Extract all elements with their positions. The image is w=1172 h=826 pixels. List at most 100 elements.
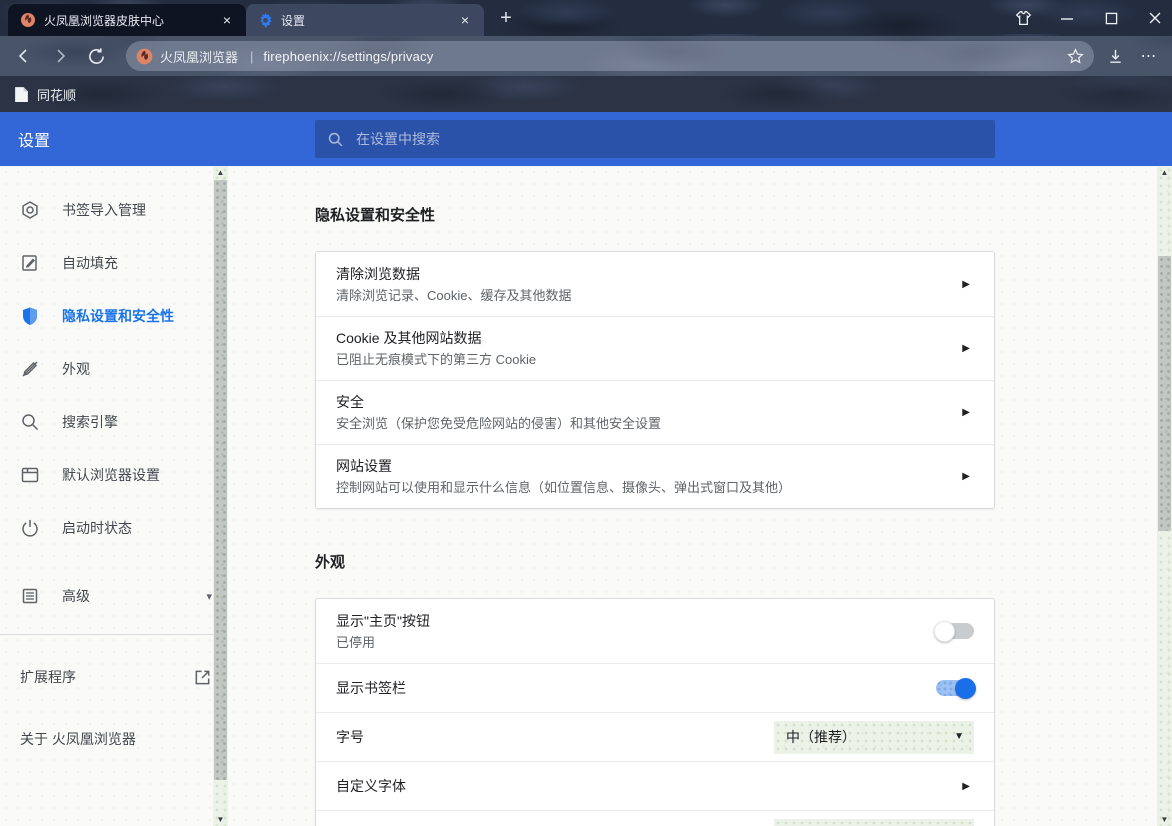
address-bar[interactable]: 火凤凰浏览器 | firephoenix://settings/privacy [126,41,1094,71]
row-font-size[interactable]: 字号 中（推荐） ▼ [316,712,994,761]
bookmark-star-icon[interactable] [1062,43,1088,69]
sidebar-item-advanced[interactable]: 高级 ▾ [0,576,228,616]
power-icon [20,518,40,538]
settings-sidebar: 书签导入管理 自动填充 隐私设置和安全性 外观 搜索引擎 [0,166,228,826]
sidebar-scrollbar[interactable]: ▲ ▼ [213,166,228,826]
privacy-shield-icon [20,306,40,326]
row-title: 安全 [336,392,962,412]
default-browser-icon [20,465,40,485]
settings-title: 设置 [18,127,50,151]
downloads-icon[interactable] [1102,43,1128,69]
maximize-button[interactable] [1102,9,1120,27]
scroll-up-icon[interactable]: ▲ [1157,166,1172,179]
row-title: Cookie 及其他网站数据 [336,328,962,348]
row-title: 显示"主页"按钮 [336,611,936,631]
select-value: 中（推荐） [786,727,954,747]
titlebar: 火凤凰浏览器皮肤中心 × 设置 × + [0,0,1172,36]
sidebar-item-about[interactable]: 关于 火凤凰浏览器 [0,719,228,759]
advanced-icon [20,586,40,606]
phoenix-favicon [20,12,36,28]
row-clear-browsing-data[interactable]: 清除浏览数据 清除浏览记录、Cookie、缓存及其他数据 ▶ [316,252,994,316]
font-size-select[interactable]: 中（推荐） ▼ [774,721,974,754]
bookmarks-bar: 同花顺 [0,76,1172,112]
close-window-button[interactable] [1146,9,1164,27]
chevron-right-icon: ▶ [962,471,970,482]
search-placeholder: 在设置中搜索 [356,129,440,149]
home-button-toggle[interactable] [936,623,974,639]
bookmarks-bar-toggle[interactable] [936,680,974,696]
chevron-right-icon: ▶ [962,781,970,792]
brand-badge: 火凤凰浏览器 [136,47,238,66]
row-show-home-button[interactable]: 显示"主页"按钮 已停用 [316,599,994,663]
row-customize-fonts[interactable]: 自定义字体 ▶ [316,761,994,810]
row-title: 自定义字体 [336,776,962,796]
row-page-zoom[interactable]: 网页缩放 100% ▼ [316,810,994,826]
tab-close-icon[interactable]: × [218,11,236,29]
scroll-down-icon[interactable]: ▼ [213,813,228,826]
external-link-icon [192,667,212,687]
url-text[interactable]: firephoenix://settings/privacy [263,49,1062,64]
bookmark-import-icon [20,200,40,220]
row-title: 网站设置 [336,456,962,476]
search-icon [327,131,344,148]
page-zoom-select[interactable]: 100% ▼ [774,819,974,826]
sidebar-item-default-browser[interactable]: 默认浏览器设置 [0,455,228,495]
scroll-up-icon[interactable]: ▲ [213,166,228,179]
sidebar-item-label: 隐私设置和安全性 [62,306,212,326]
sidebar-item-search-engine[interactable]: 搜索引擎 [0,402,228,442]
settings-search-box[interactable]: 在设置中搜索 [315,120,995,158]
sidebar-item-startup[interactable]: 启动时状态 [0,508,228,548]
chevron-right-icon: ▶ [962,407,970,418]
sidebar-item-label: 外观 [62,359,212,379]
bookmark-item[interactable]: 同花顺 [37,85,76,104]
page-scrollbar[interactable]: ▲ ▼ [1157,166,1172,826]
row-subtitle: 控制网站可以使用和显示什么信息（如位置信息、摄像头、弹出式窗口及其他） [336,478,962,497]
row-security[interactable]: 安全 安全浏览（保护您免受危险网站的侵害）和其他安全设置 ▶ [316,380,994,444]
row-title: 清除浏览数据 [336,264,962,284]
sidebar-item-label: 搜索引擎 [62,412,212,432]
sidebar-item-label: 扩展程序 [0,667,170,687]
row-subtitle: 已停用 [336,633,936,652]
row-subtitle: 已阻止无痕模式下的第三方 Cookie [336,350,962,369]
row-cookies[interactable]: Cookie 及其他网站数据 已阻止无痕模式下的第三方 Cookie ▶ [316,316,994,380]
skin-button[interactable] [1014,9,1032,27]
row-title: 字号 [336,727,774,747]
tab-settings[interactable]: 设置 × [246,4,484,36]
scrollbar-thumb[interactable] [214,180,227,780]
section-title-appearance: 外观 [315,551,1172,572]
back-button[interactable] [10,42,38,70]
appearance-card: 显示"主页"按钮 已停用 显示书签栏 字号 中（推荐） ▼ [315,598,995,826]
toggle-knob [934,621,955,642]
sidebar-item-bookmark-import[interactable]: 书签导入管理 [0,190,228,230]
sidebar-item-label: 默认浏览器设置 [62,465,212,485]
chevron-right-icon: ▶ [962,343,970,354]
sidebar-item-label: 关于 火凤凰浏览器 [0,729,212,749]
autofill-icon [20,253,40,273]
sidebar-item-appearance[interactable]: 外观 [0,349,228,389]
privacy-card: 清除浏览数据 清除浏览记录、Cookie、缓存及其他数据 ▶ Cookie 及其… [315,251,995,509]
minimize-button[interactable] [1058,9,1076,27]
tab-title: 火凤凰浏览器皮肤中心 [44,12,218,29]
row-site-settings[interactable]: 网站设置 控制网站可以使用和显示什么信息（如位置信息、摄像头、弹出式窗口及其他）… [316,444,994,508]
sidebar-item-label: 书签导入管理 [62,200,212,220]
new-tab-button[interactable]: + [494,7,518,30]
section-title-privacy: 隐私设置和安全性 [315,204,1172,225]
chevron-down-icon: ▾ [206,590,212,603]
tab-close-icon[interactable]: × [456,11,474,29]
tab-skin-center[interactable]: 火凤凰浏览器皮肤中心 × [8,4,246,36]
sidebar-item-autofill[interactable]: 自动填充 [0,243,228,283]
window-controls [1014,0,1164,36]
scrollbar-thumb[interactable] [1158,256,1171,531]
scroll-down-icon[interactable]: ▼ [1157,813,1172,826]
reload-button[interactable] [82,42,110,70]
sidebar-item-privacy[interactable]: 隐私设置和安全性 [0,296,228,336]
tab-title: 设置 [281,12,456,29]
settings-header: 设置 在设置中搜索 [0,112,1172,166]
sidebar-divider [0,634,228,635]
sidebar-item-extensions[interactable]: 扩展程序 [0,657,228,697]
row-show-bookmarks-bar[interactable]: 显示书签栏 [316,663,994,712]
menu-dots-icon[interactable]: ⋯ [1136,43,1162,69]
forward-button[interactable] [46,42,74,70]
gear-favicon [258,13,273,28]
sidebar-item-label: 自动填充 [62,253,212,273]
